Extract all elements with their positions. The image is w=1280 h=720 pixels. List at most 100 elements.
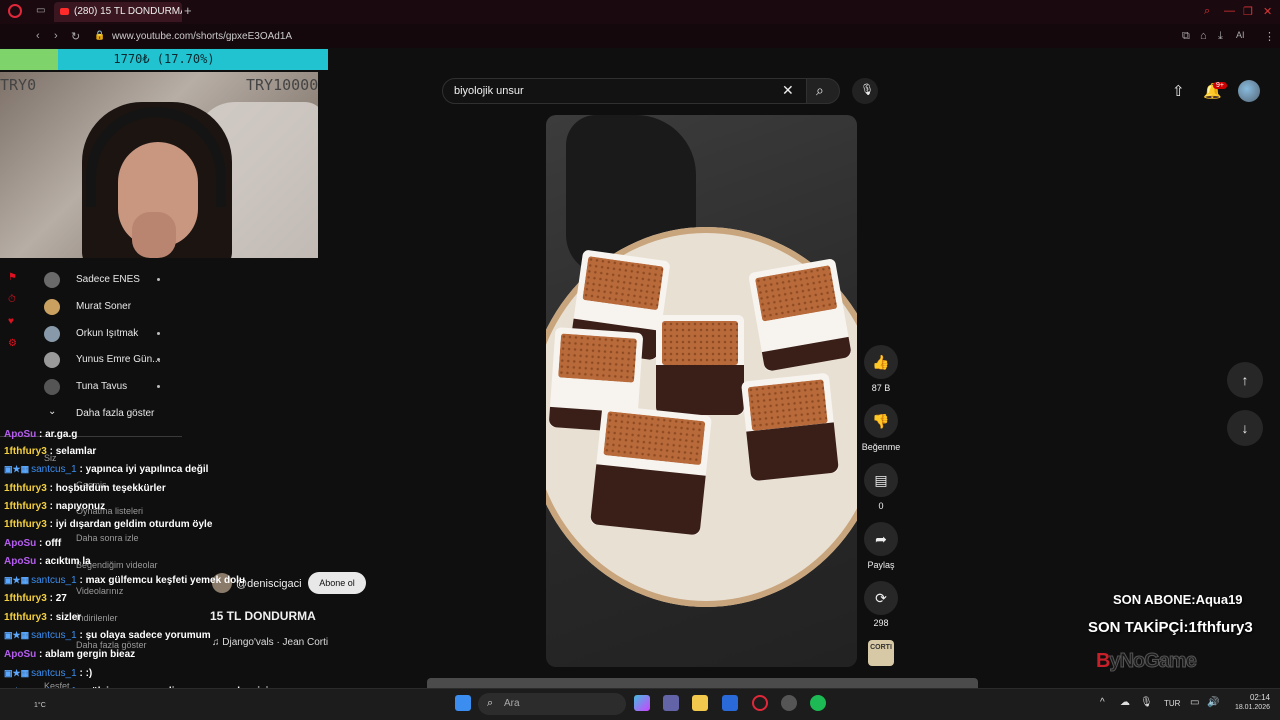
chat-badges-icon: ▣★▦: [4, 575, 30, 585]
spotify-icon[interactable]: [810, 695, 826, 711]
chat-username[interactable]: 1fthfury3: [4, 593, 47, 604]
clock-date[interactable]: 18.01.2026: [1224, 704, 1270, 711]
new-tab-button[interactable]: +: [184, 3, 192, 18]
weather-temp[interactable]: 1°C: [34, 702, 46, 709]
downloads-icon[interactable]: ⤓: [1218, 30, 1223, 43]
chat-message: 1fthfury3 : hoşbuldum teşekkürler: [4, 483, 166, 494]
volume-icon[interactable]: 🔊: [1207, 697, 1219, 708]
menu-icon[interactable]: ⋮: [1264, 30, 1275, 43]
opera-menu-icon[interactable]: [8, 4, 22, 18]
sound-name: Django'vals · Jean Corti: [222, 637, 329, 648]
voice-search-button[interactable]: 🎙: [852, 78, 878, 104]
windows-start-icon[interactable]: [455, 695, 471, 711]
remix-button[interactable]: ⟳: [864, 581, 898, 615]
comments-button[interactable]: ▤: [864, 463, 898, 497]
clear-search-icon[interactable]: ✕: [782, 82, 794, 99]
obs-icon[interactable]: [781, 695, 797, 711]
chat-separator: :: [46, 612, 56, 623]
donation-max-label: TRY10000: [246, 76, 319, 94]
chat-separator: :: [76, 575, 86, 586]
dislike-button[interactable]: 👎: [864, 404, 898, 438]
sidebar-sub-1[interactable]: Murat Soner: [44, 295, 184, 321]
sidebar-ghost-downloads[interactable]: İndirilenler: [76, 613, 118, 623]
network-icon[interactable]: ▭: [1190, 697, 1199, 708]
tray-cloud-icon[interactable]: ☁: [1120, 697, 1130, 708]
taskbar-search[interactable]: [478, 693, 626, 715]
back-icon[interactable]: ‹: [36, 30, 40, 42]
tray-chevron-icon[interactable]: ^: [1100, 697, 1105, 708]
share-button[interactable]: ➦: [864, 522, 898, 556]
sidebar-show-more[interactable]: ⌄ Daha fazla göster: [44, 402, 184, 428]
sound-thumbnail[interactable]: CORTI: [868, 640, 894, 666]
reload-icon[interactable]: ↻: [71, 30, 80, 43]
chat-username[interactable]: ApoSu: [4, 649, 36, 660]
sub-name: Sadece ENES: [76, 274, 140, 285]
chat-username[interactable]: 1fthfury3: [4, 446, 47, 457]
sidebar-ghost-your-videos[interactable]: Videolarınız: [76, 586, 123, 596]
forward-icon[interactable]: ›: [54, 30, 58, 42]
chat-username[interactable]: santcus_1: [31, 630, 77, 641]
chat-username[interactable]: 1fthfury3: [4, 483, 47, 494]
subscribe-button[interactable]: Abone ol: [308, 572, 366, 594]
clock-time[interactable]: 02:14: [1230, 693, 1270, 702]
close-button[interactable]: ✕: [1263, 5, 1272, 18]
account-avatar[interactable]: [1238, 80, 1260, 102]
search-tabs-icon[interactable]: ⌕: [1204, 5, 1210, 18]
sidebar-red-icon-1[interactable]: ⚑: [8, 272, 17, 283]
teams-icon[interactable]: [663, 695, 679, 711]
upload-icon[interactable]: ⇧: [1172, 82, 1185, 100]
short-video-player[interactable]: [546, 115, 857, 667]
chat-username[interactable]: santcus_1: [31, 575, 77, 586]
search-button[interactable]: ⌕: [806, 78, 840, 104]
arrow-up-icon: ↑: [1241, 372, 1249, 388]
chat-username[interactable]: 1fthfury3: [4, 519, 47, 530]
chat-username[interactable]: ApoSu: [4, 556, 36, 567]
sidebar-sub-3[interactable]: Yunus Emre Gün...: [44, 348, 184, 374]
chat-text: sizler: [55, 612, 82, 623]
chat-username[interactable]: ApoSu: [4, 538, 36, 549]
input-language[interactable]: TUR: [1164, 699, 1180, 708]
tab-active[interactable]: (280) 15 TL DONDURMA: [54, 2, 182, 22]
file-explorer-icon[interactable]: [692, 695, 708, 711]
chat-separator: :: [76, 630, 86, 641]
chat-message: ▣★▦ santcus_1 : :): [4, 668, 92, 679]
chat-text: :): [85, 668, 93, 679]
like-button[interactable]: 👍: [864, 345, 898, 379]
chat-message: 1fthfury3 : napıyonuz: [4, 501, 105, 512]
chat-separator: :: [76, 464, 86, 475]
url-field[interactable]: www.youtube.com/shorts/gpxeE3OAd1A: [112, 31, 292, 42]
sidebar-red-icon-3[interactable]: ♥: [8, 316, 14, 327]
video-sound[interactable]: ♫ Django'vals · Jean Corti: [212, 637, 328, 648]
tab-list-icon[interactable]: ▭: [36, 5, 45, 16]
extensions-icon[interactable]: ⧉: [1182, 30, 1190, 43]
donation-goal-text: 1770₺ (17.70%): [113, 52, 215, 66]
sub-name: Yunus Emre Gün...: [76, 354, 161, 365]
sidebar-ghost-watch-later[interactable]: Daha sonra izle: [76, 533, 139, 543]
previous-short-button[interactable]: ↑: [1227, 362, 1263, 398]
copilot-icon[interactable]: [634, 695, 650, 711]
sidebar-red-icon-2[interactable]: ⏱: [8, 294, 16, 305]
sidebar-sub-4[interactable]: Tuna Tavus: [44, 375, 184, 401]
tray-mic-icon[interactable]: 🎙: [1140, 697, 1153, 708]
new-content-dot: [157, 278, 160, 281]
avatar: [44, 299, 60, 315]
chat-username[interactable]: santcus_1: [31, 668, 77, 679]
chat-text: 27: [55, 593, 67, 604]
minimize-button[interactable]: —: [1224, 5, 1235, 17]
channel-name[interactable]: @deniscigaci: [236, 578, 302, 590]
chat-username[interactable]: santcus_1: [31, 464, 77, 475]
sidebar-sub-2[interactable]: Orkun Işıtmak: [44, 322, 184, 348]
profile-icon[interactable]: ⌂: [1200, 30, 1207, 42]
todo-icon[interactable]: [722, 695, 738, 711]
opera-gx-icon[interactable]: [752, 695, 768, 711]
sidebar-sub-0[interactable]: Sadece ENES: [44, 268, 184, 294]
maximize-button[interactable]: ❐: [1243, 5, 1253, 18]
chat-username[interactable]: 1fthfury3: [4, 501, 47, 512]
next-short-button[interactable]: ↓: [1227, 410, 1263, 446]
chat-username[interactable]: 1fthfury3: [4, 612, 47, 623]
aria-ai-button[interactable]: AI: [1236, 30, 1245, 40]
chat-text: iyi dışardan geldim oturdum öyle: [55, 519, 213, 530]
sidebar-red-icon-4[interactable]: ⚙: [8, 338, 17, 349]
ai-label: AI: [1236, 30, 1245, 40]
avatar: [44, 272, 60, 288]
